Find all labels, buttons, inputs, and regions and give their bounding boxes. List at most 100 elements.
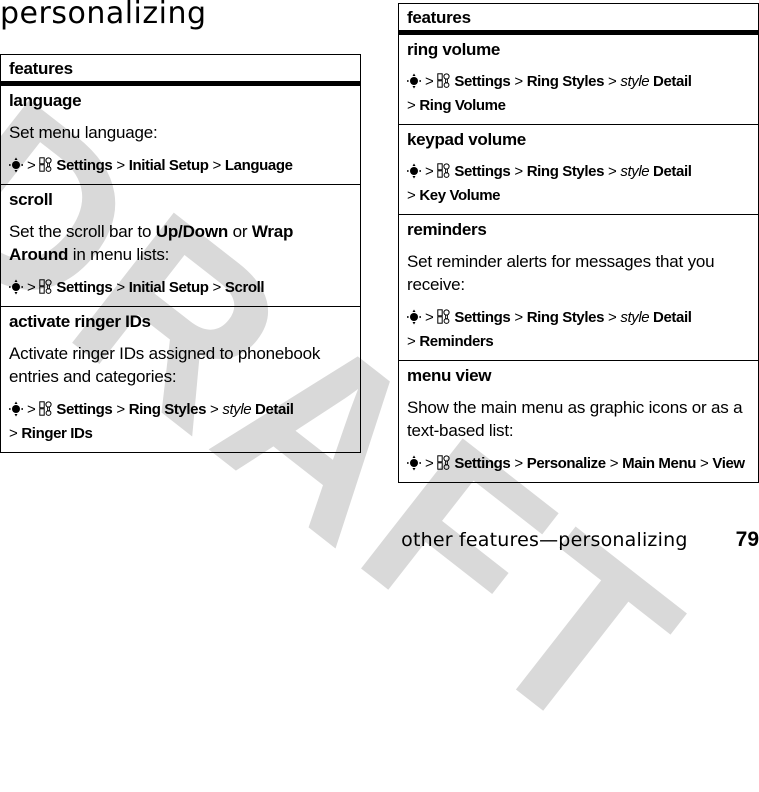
settings-icon [437, 309, 450, 324]
menu-path: > Settings > Ring Styles > style Detail > Key V… [407, 160, 750, 208]
feature-name: ring volume [407, 40, 501, 59]
path-separator: > [407, 97, 416, 114]
path-separator: > [212, 157, 222, 174]
path-item: Key Volume [419, 187, 501, 204]
path-separator: > [27, 401, 36, 418]
feature-cell: ring volume > Settings > Ring Styles > style D… [398, 32, 759, 125]
settings-icon [39, 401, 52, 416]
page-title: personalizing [0, 0, 207, 31]
path-item: Language [224, 157, 293, 174]
settings-icon [39, 279, 52, 294]
path-placeholder: style [620, 309, 650, 326]
settings-icon [437, 455, 450, 470]
path-item: Settings [454, 73, 511, 90]
path-separator: > [407, 187, 416, 204]
feature-description: Set the scroll bar to Up/Down or Wrap Ar… [9, 220, 352, 266]
feature-description: Set menu language: [9, 123, 158, 142]
feature-cell: menu view Show the main menu as graphic i… [398, 360, 759, 483]
path-separator: > [9, 425, 18, 442]
path-separator: > [514, 309, 523, 326]
description-text: or [228, 222, 252, 241]
path-item: Settings [454, 309, 511, 326]
path-item: Main Menu [622, 455, 696, 472]
table-header: features [0, 54, 361, 86]
path-item: Ring Styles [526, 309, 605, 326]
description-text: in menu lists: [68, 245, 170, 264]
feature-name: menu view [407, 366, 492, 385]
path-separator: > [700, 455, 709, 472]
path-item: Ring Volume [419, 97, 506, 114]
feature-cell: scroll Set the scroll bar to Up/Down or W… [0, 184, 361, 307]
nav-key-icon [9, 157, 23, 173]
path-placeholder: style [620, 163, 650, 180]
path-placeholder: style [222, 401, 252, 418]
feature-cell: keypad volume > Settings > Ring Styles > style… [398, 124, 759, 215]
nav-key-icon [407, 455, 421, 471]
nav-key-icon [9, 401, 23, 417]
path-separator: > [210, 401, 219, 418]
settings-icon [39, 157, 52, 172]
path-item: Ring Styles [526, 163, 605, 180]
page-footer: other features—personalizing 79 [401, 528, 759, 552]
menu-path: > Settings > Ring Styles > style Detail > Ringe… [9, 398, 352, 446]
feature-cell: reminders Set reminder alerts for message… [398, 214, 759, 361]
path-separator: > [116, 279, 125, 296]
feature-name: scroll [9, 190, 53, 209]
path-separator: > [609, 455, 619, 472]
settings-icon [437, 73, 450, 88]
path-separator: > [425, 73, 434, 90]
path-item: Detail [653, 73, 692, 90]
path-item: Initial Setup [128, 157, 209, 174]
path-item: Settings [454, 455, 511, 472]
path-item: Initial Setup [128, 279, 209, 296]
path-item: Scroll [224, 279, 265, 296]
path-separator: > [608, 163, 617, 180]
path-item: Personalize [526, 455, 606, 472]
path-item: Detail [653, 309, 692, 326]
feature-name: reminders [407, 220, 487, 239]
path-separator: > [514, 73, 523, 90]
path-placeholder: style [620, 73, 650, 90]
features-table-left: features language Set menu language: > Sett… [0, 54, 361, 453]
path-separator: > [608, 73, 617, 90]
description-text: Set the scroll bar to [9, 222, 156, 241]
path-separator: > [425, 455, 434, 472]
path-item: Detail [653, 163, 692, 180]
path-separator: > [514, 163, 523, 180]
footer-section-title: other features—personalizing [401, 529, 688, 551]
feature-name: keypad volume [407, 130, 526, 149]
menu-path: > Settings > Ring Styles > style Detail > Remin… [407, 306, 750, 354]
option-name: Up/Down [155, 222, 229, 241]
path-separator: > [212, 279, 222, 296]
feature-row: menu view Show the main menu as graphic i… [398, 360, 759, 483]
menu-path: > Settings > Initial Setup > Scroll [9, 276, 352, 300]
path-separator: > [425, 163, 434, 180]
page-number: 79 [735, 528, 759, 551]
feature-cell: language Set menu language: > Settings > Init… [0, 83, 361, 185]
feature-row: scroll Set the scroll bar to Up/Down or W… [0, 184, 361, 307]
path-separator: > [116, 401, 125, 418]
path-separator: > [425, 309, 434, 326]
table-header: features [398, 3, 759, 35]
feature-description: Show the main menu as graphic icons or a… [407, 398, 743, 440]
path-item: Settings [56, 279, 113, 296]
path-separator: > [407, 333, 416, 350]
path-item: Ringer IDs [21, 425, 93, 442]
feature-row: language Set menu language: > Settings > Init… [0, 83, 361, 185]
path-item: Reminders [419, 333, 494, 350]
path-item: Ring Styles [526, 73, 605, 90]
features-table-right: features ring volume > Settings > Ring Style… [398, 3, 759, 483]
nav-key-icon [407, 73, 421, 89]
path-separator: > [27, 157, 36, 174]
path-item: Settings [56, 401, 113, 418]
path-item: Detail [255, 401, 294, 418]
feature-row: reminders Set reminder alerts for message… [398, 214, 759, 361]
settings-icon [437, 163, 450, 178]
path-item: Settings [454, 163, 511, 180]
feature-description: Set reminder alerts for messages that yo… [407, 252, 715, 294]
path-separator: > [514, 455, 523, 472]
path-item: View [712, 455, 745, 472]
menu-path: > Settings > Ring Styles > style Detail > Ring … [407, 70, 750, 118]
feature-row: activate ringer IDs Activate ringer IDs a… [0, 306, 361, 453]
feature-row: ring volume > Settings > Ring Styles > style D… [398, 32, 759, 125]
